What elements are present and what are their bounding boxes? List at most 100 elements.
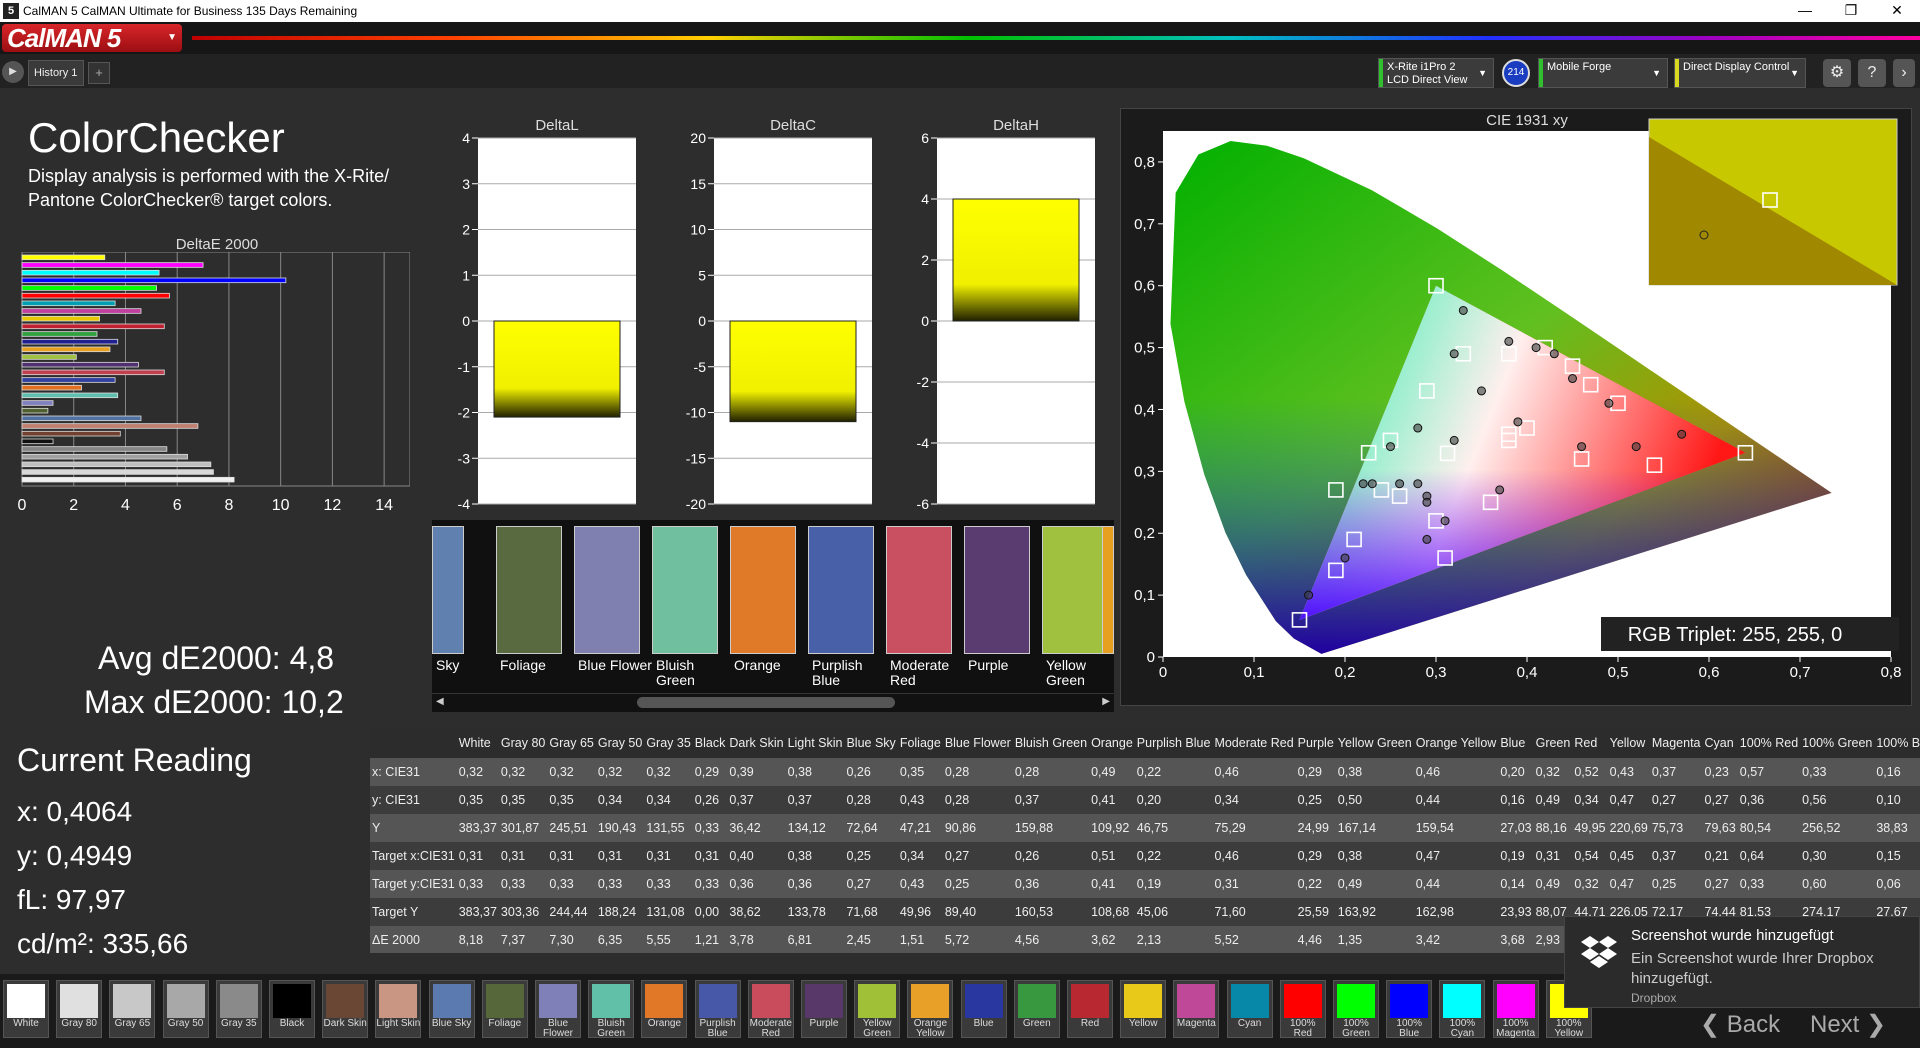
table-cell: 75,29 [1212, 814, 1296, 842]
bottom-swatch[interactable]: 100% Blue [1386, 980, 1433, 1039]
source-badge[interactable]: 214 [1502, 59, 1530, 87]
help-icon[interactable]: ? [1858, 59, 1886, 87]
swatch-tile[interactable] [886, 526, 952, 654]
deltae-bar [21, 300, 116, 307]
next-button[interactable]: Next ❯ [1810, 1010, 1886, 1039]
deltae-bar [21, 469, 214, 475]
bottom-swatch[interactable]: Red [1067, 980, 1113, 1038]
bottom-swatch[interactable]: Magenta [1173, 980, 1220, 1038]
measured-marker [1604, 398, 1614, 408]
deltae-bar [21, 308, 142, 314]
device-meter[interactable]: X-Rite i1Pro 2 LCD Direct View ▼ [1378, 58, 1494, 88]
bottom-swatch[interactable]: Bluish Green [588, 980, 635, 1039]
table-cell: 109,92 [1089, 814, 1135, 842]
back-arrow-icon: ❮ [1700, 1011, 1727, 1038]
bottom-swatch[interactable]: Black [269, 980, 315, 1038]
calman-logo-menu[interactable]: CalMAN 5 ▼ [2, 24, 182, 52]
y-tick-label: -2 [458, 405, 471, 421]
swatch-label: 100% Magenta [1496, 1018, 1536, 1039]
swatch-tile[interactable] [496, 526, 562, 654]
table-cell: 0,27 [1702, 870, 1738, 898]
bottom-swatch[interactable]: Orange Yellow [907, 980, 954, 1039]
device-display[interactable]: Direct Display Control ▼ [1674, 58, 1806, 88]
bottom-swatch[interactable]: Foliage [481, 980, 528, 1038]
swatch-label: Blue Flower [542, 1018, 573, 1039]
bottom-swatch[interactable]: Gray 80 [56, 980, 103, 1038]
bottom-swatch[interactable]: Gray 65 [109, 980, 156, 1038]
bottom-swatch[interactable]: Blue Flower [535, 980, 581, 1039]
measured-marker [1340, 553, 1350, 563]
bottom-swatch[interactable]: Green [1013, 980, 1060, 1038]
tab-history-1[interactable]: History 1 [28, 60, 84, 86]
settings-gear-icon[interactable]: ⚙ [1823, 59, 1851, 87]
window-title: CalMAN 5 CalMAN Ultimate for Business 13… [23, 4, 358, 18]
back-button[interactable]: ❮ Back [1700, 1010, 1780, 1039]
bottom-swatch[interactable]: 100% Green [1333, 980, 1379, 1039]
table-cell: 0,38 [1335, 842, 1414, 870]
y-tick-label: 0,4 [1134, 401, 1155, 418]
device-source[interactable]: Mobile Forge ▼ [1538, 58, 1668, 88]
swatch-tile[interactable] [964, 526, 1030, 654]
add-tab-button[interactable]: + [88, 62, 110, 84]
table-cell: 0,46 [1212, 758, 1296, 786]
swatch-tile[interactable] [730, 526, 796, 654]
table-cell: 0,47 [1607, 786, 1650, 814]
deltae-bar [21, 331, 98, 337]
swatch-tile[interactable] [652, 526, 718, 654]
bottom-swatch[interactable]: Moderate Red [747, 980, 794, 1039]
y-tick-label: 2 [462, 222, 470, 238]
swatch-tile[interactable] [574, 526, 640, 654]
bottom-swatch[interactable]: 100% Magenta [1492, 980, 1539, 1039]
table-cell: 24,99 [1295, 814, 1336, 842]
table-cell: 0,38 [785, 758, 845, 786]
scroll-left-icon[interactable]: ◀ [436, 696, 444, 707]
y-tick-label: 0,6 [1134, 278, 1155, 295]
minimize-button[interactable]: — [1782, 0, 1828, 22]
bottom-swatch[interactable]: Light Skin [375, 980, 422, 1038]
bottom-swatch[interactable]: 100% Red [1279, 980, 1326, 1039]
table-cell: 0,28 [942, 758, 1013, 786]
table-cell: 0,41 [1089, 786, 1135, 814]
bottom-swatch[interactable]: Cyan [1226, 980, 1273, 1038]
swatch-scrollbar[interactable]: ◀ ▶ [432, 693, 1114, 711]
bottom-swatch[interactable]: Blue [960, 980, 1007, 1038]
bottom-swatch[interactable]: Orange [641, 980, 688, 1038]
swatch-tile[interactable] [432, 526, 464, 654]
swatch-label: Yellow [1128, 1018, 1158, 1029]
x-tick-label: 0 [1159, 664, 1167, 681]
swatch-color [1124, 984, 1163, 1018]
deltae-bar [21, 476, 235, 483]
bottom-swatch[interactable]: Yellow Green [854, 980, 901, 1039]
close-button[interactable]: ✕ [1874, 0, 1920, 22]
measured-marker [1677, 429, 1687, 439]
collapse-icon[interactable]: › [1893, 59, 1915, 87]
scroll-thumb[interactable] [637, 697, 895, 708]
table-header: Gray 50 [595, 728, 645, 758]
table-cell: 0,20 [1498, 758, 1534, 786]
scroll-right-icon[interactable]: ▶ [1102, 696, 1110, 707]
bottom-swatch[interactable]: Gray 35 [215, 980, 262, 1038]
bottom-swatch[interactable]: Purplish Blue [694, 980, 741, 1039]
table-cell: 0,37 [785, 786, 845, 814]
dropbox-toast[interactable]: Screenshot wurde hinzugefügt Ein Screens… [1564, 916, 1920, 1008]
bottom-swatch[interactable]: Purple [801, 980, 847, 1038]
bottom-swatch[interactable]: Gray 50 [162, 980, 209, 1038]
table-row: Target x:CIE31 0,31 0,31 0,31 0,31 0,31 0,31 0,… [370, 842, 1920, 870]
restore-button[interactable]: ❐ [1828, 0, 1874, 22]
swatch-color [964, 984, 1003, 1018]
swatch-tile[interactable] [1102, 526, 1114, 654]
table-cell: 0,32 [595, 758, 645, 786]
bottom-swatch[interactable]: Blue Sky [428, 980, 475, 1038]
play-icon[interactable]: ▶ [2, 61, 24, 83]
y-tick-label: 10 [690, 222, 706, 238]
y-tick-label: 0,5 [1134, 340, 1155, 357]
measured-marker [1549, 349, 1559, 359]
bottom-swatch[interactable]: White [3, 980, 49, 1038]
bottom-swatch[interactable]: Yellow [1120, 980, 1167, 1038]
swatch-tile[interactable] [808, 526, 874, 654]
swatch-tile[interactable] [1042, 526, 1108, 654]
table-cell: 0,29 [1295, 758, 1336, 786]
bottom-swatch[interactable]: 100% Cyan [1439, 980, 1486, 1039]
table-header: Blue Sky [844, 728, 898, 758]
bottom-swatch[interactable]: Dark Skin [322, 980, 369, 1038]
